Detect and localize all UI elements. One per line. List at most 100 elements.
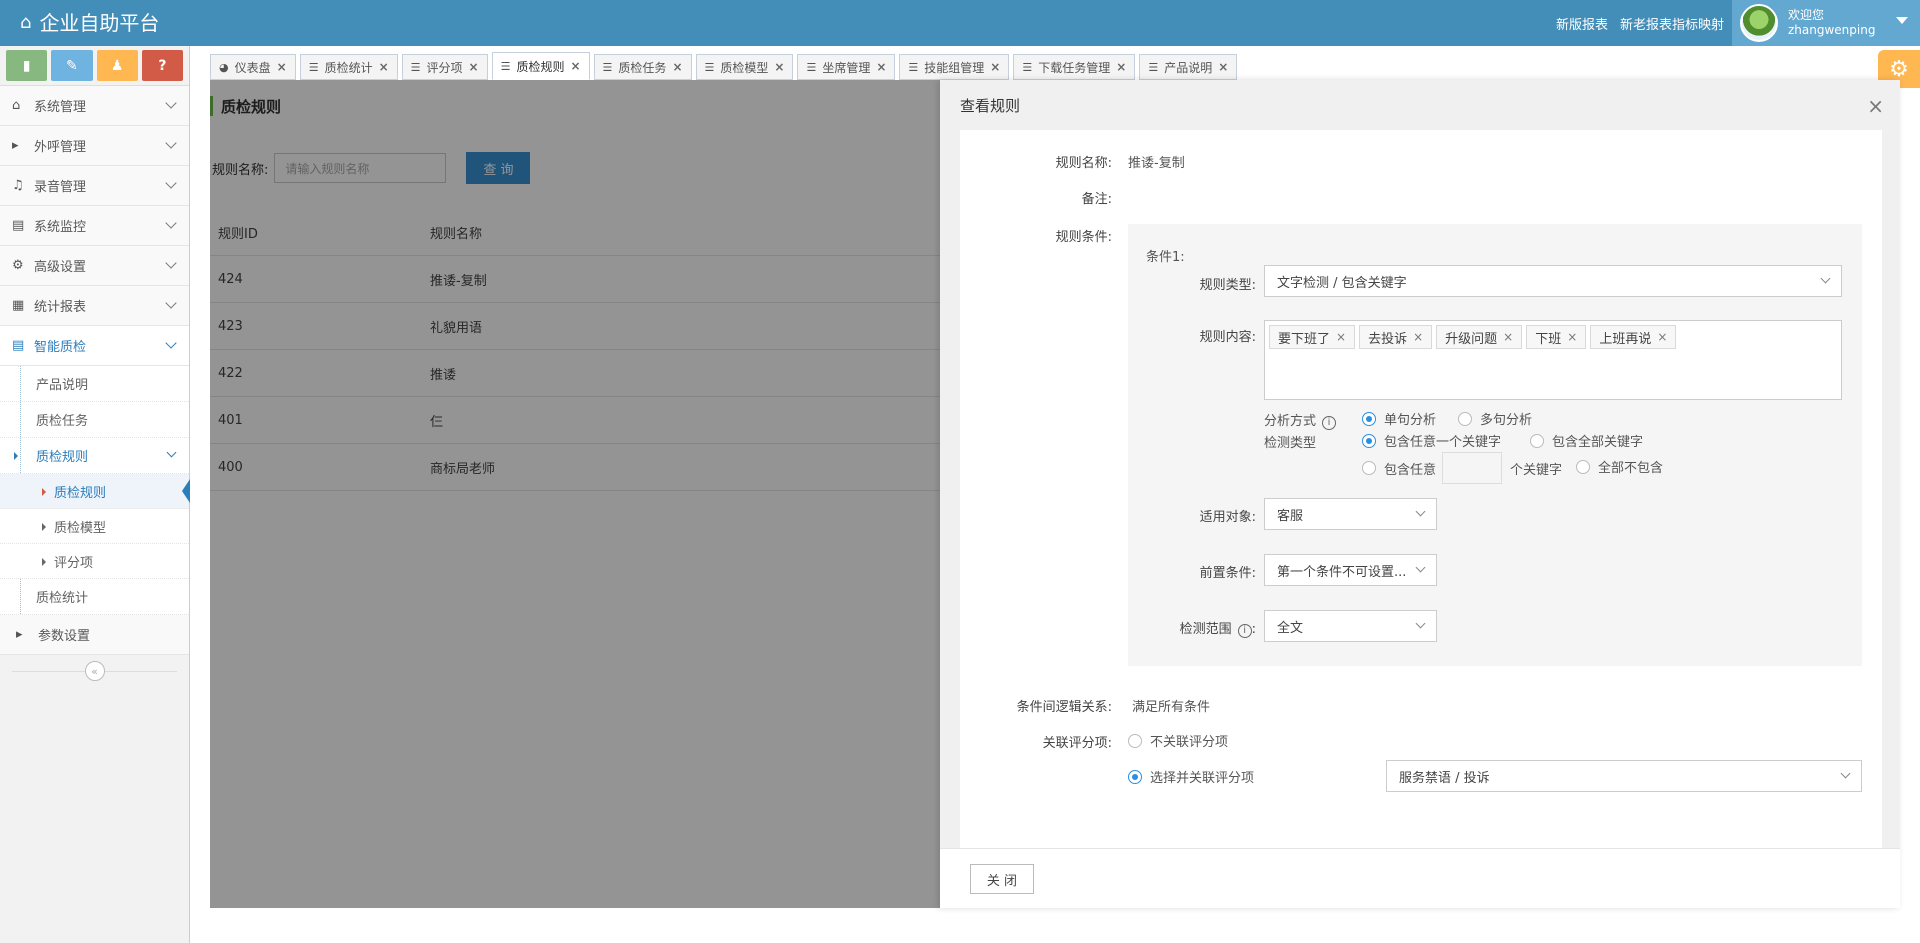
home-icon: ⌂ [20, 12, 32, 33]
chevron-down-icon [166, 447, 177, 458]
drawer-body: 规则名称: 推诿-复制 备注: 规则条件: 条件1: 规则类型: 文字检测 / … [960, 130, 1882, 848]
sidebar-subitem-stats[interactable]: 质检统计 [0, 579, 189, 615]
tab-dashboard[interactable]: ◕ 仪表盘 × [210, 54, 296, 80]
tab-quality-rules[interactable]: ☰ 质检规则 × [491, 52, 590, 80]
chevron-down-icon [165, 97, 177, 109]
rule-type-select[interactable]: 文字检测 / 包含关键字 [1264, 265, 1842, 297]
close-icon[interactable]: × [277, 60, 287, 74]
caret-right-icon: ▸ [16, 627, 23, 642]
close-icon[interactable]: × [990, 60, 1000, 74]
radio-none[interactable]: 全部不包含 [1576, 457, 1663, 476]
condition-label: 规则条件: [1055, 230, 1112, 245]
list-icon: ☰ [1148, 60, 1159, 74]
close-icon[interactable]: × [570, 59, 580, 73]
modal-overlay[interactable] [210, 80, 940, 908]
rule-type-label: 规则类型: [1199, 278, 1256, 293]
close-icon[interactable]: × [1567, 330, 1577, 344]
sidebar-subitem-rules[interactable]: 质检规则 [0, 438, 189, 474]
range-label: 检测范围 i: [1179, 622, 1256, 638]
radio-any-n-keywords[interactable]: 包含任意 个关键字 [1362, 452, 1562, 484]
sidebar-subsub-rules[interactable]: 质检规则 [0, 474, 190, 509]
list-icon: ☰ [602, 60, 613, 74]
radio-single-sentence[interactable]: 单句分析 [1362, 409, 1436, 428]
caret-right-icon [14, 452, 18, 460]
sidebar-item-label: 录音管理 [34, 180, 87, 195]
list-icon: ☰ [500, 59, 511, 73]
sidebar-item-reports[interactable]: ▦ 统计报表 [0, 286, 189, 326]
chevron-down-icon [1415, 562, 1426, 573]
target-label: 适用对象: [1199, 510, 1256, 525]
score-label: 关联评分项: [1042, 736, 1112, 751]
sidebar-subitem-product[interactable]: 产品说明 [0, 366, 189, 402]
tab-skill-groups[interactable]: ☰ 技能组管理 × [899, 54, 1010, 80]
tab-quality-models[interactable]: ☰ 质检模型 × [695, 54, 794, 80]
condition-box: 条件1: 规则类型: 文字检测 / 包含关键字 规则内容: 要下班了 × 去投诉 ×… [1128, 224, 1862, 666]
tab-quality-stats[interactable]: ☰ 质检统计 × [299, 54, 398, 80]
chevron-down-icon [1415, 618, 1426, 629]
sidebar-item-quality[interactable]: ▤ 智能质检 [0, 326, 189, 366]
close-icon[interactable]: × [1218, 60, 1228, 74]
tab-quality-tasks[interactable]: ☰ 质检任务 × [593, 54, 692, 80]
logic-label: 条件间逻辑关系: [1016, 700, 1112, 715]
sidebar-item-label: 系统监控 [34, 220, 87, 235]
score-select[interactable]: 服务禁语 / 投诉 [1386, 760, 1862, 792]
info-icon[interactable]: i [1237, 623, 1252, 638]
sidebar-subsub-score[interactable]: 评分项 [0, 544, 189, 579]
tab-downloads[interactable]: ☰ 下载任务管理 × [1013, 54, 1136, 80]
link-new-report[interactable]: 新版报表 [1556, 14, 1608, 33]
bar-chart-icon: ▤ [12, 218, 25, 233]
close-icon[interactable]: × [672, 60, 682, 74]
radio-any-keyword[interactable]: 包含任意一个关键字 [1362, 431, 1501, 450]
target-select[interactable]: 客服 [1264, 498, 1437, 530]
close-icon[interactable]: × [469, 60, 479, 74]
sidebar-item-recording[interactable]: ♫ 录音管理 [0, 166, 189, 206]
top-header: ⌂ 企业自助平台 新版报表 新老报表指标映射 欢迎您 zhangwenping [0, 0, 1920, 46]
signal-shortcut-button[interactable]: ▮ [6, 50, 48, 81]
close-icon[interactable]: × [1657, 330, 1667, 344]
tab-product-info[interactable]: ☰ 产品说明 × [1139, 54, 1238, 80]
brand[interactable]: ⌂ 企业自助平台 [20, 0, 159, 46]
keyword-tags[interactable]: 要下班了 × 去投诉 × 升级问题 × 下班 × 上班再说 × [1264, 320, 1842, 400]
info-icon[interactable]: i [1322, 415, 1337, 430]
chevron-down-icon [1820, 273, 1831, 284]
radio-all-keywords[interactable]: 包含全部关键字 [1530, 431, 1643, 450]
user-info: 欢迎您 zhangwenping [1788, 8, 1875, 38]
pencil-shortcut-button[interactable]: ✎ [51, 50, 93, 81]
sidebar-subsub-model[interactable]: 质检模型 [0, 509, 189, 544]
link-report-mapping[interactable]: 新老报表指标映射 [1620, 14, 1724, 33]
chevron-down-icon [165, 257, 177, 269]
close-icon[interactable]: × [1503, 330, 1513, 344]
user-menu[interactable]: 欢迎您 zhangwenping [1732, 0, 1920, 46]
view-rule-drawer: 查看规则 × 规则名称: 推诿-复制 备注: 规则条件: 条件1: 规则类型: … [940, 80, 1900, 908]
close-icon[interactable]: × [876, 60, 886, 74]
close-icon[interactable]: × [379, 60, 389, 74]
keyword-tag: 上班再说 × [1590, 325, 1677, 349]
avatar [1740, 4, 1778, 42]
radio-no-score[interactable]: 不关联评分项 [1128, 731, 1228, 750]
range-select[interactable]: 全文 [1264, 610, 1437, 642]
sidebar-item-system[interactable]: ⌂ 系统管理 [0, 86, 189, 126]
tab-score-items[interactable]: ☰ 评分项 × [401, 54, 488, 80]
caret-down-icon [1896, 17, 1908, 24]
double-chevron-left-icon[interactable]: « [84, 661, 105, 681]
help-shortcut-button[interactable]: ? [141, 50, 183, 81]
close-icon[interactable]: × [1116, 60, 1126, 74]
radio-select-score[interactable]: 选择并关联评分项 [1128, 767, 1254, 786]
close-icon[interactable]: × [1413, 330, 1423, 344]
close-icon[interactable]: × [1867, 94, 1884, 118]
close-icon[interactable]: × [774, 60, 784, 74]
sidebar-subitem-task[interactable]: 质检任务 [0, 402, 189, 438]
close-button[interactable]: 关 闭 [970, 864, 1034, 894]
sidebar-item-monitor[interactable]: ▤ 系统监控 [0, 206, 189, 246]
precondition-select[interactable]: 第一个条件不可设置... [1264, 554, 1437, 586]
close-icon[interactable]: × [1336, 330, 1346, 344]
sidebar-item-outbound[interactable]: ▸ 外呼管理 [0, 126, 189, 166]
sidebar-item-params[interactable]: ▸ 参数设置 [0, 615, 189, 655]
welcome-text: 欢迎您 [1788, 8, 1825, 22]
keyword-count-input[interactable] [1442, 452, 1503, 484]
tab-agents[interactable]: ☰ 坐席管理 × [797, 54, 896, 80]
sidebar-item-advanced[interactable]: ⚙ 高级设置 [0, 246, 189, 286]
radio-multi-sentence[interactable]: 多句分析 [1458, 409, 1532, 428]
list-icon: ☰ [308, 60, 319, 74]
users-shortcut-button[interactable]: ♟ [96, 50, 138, 81]
